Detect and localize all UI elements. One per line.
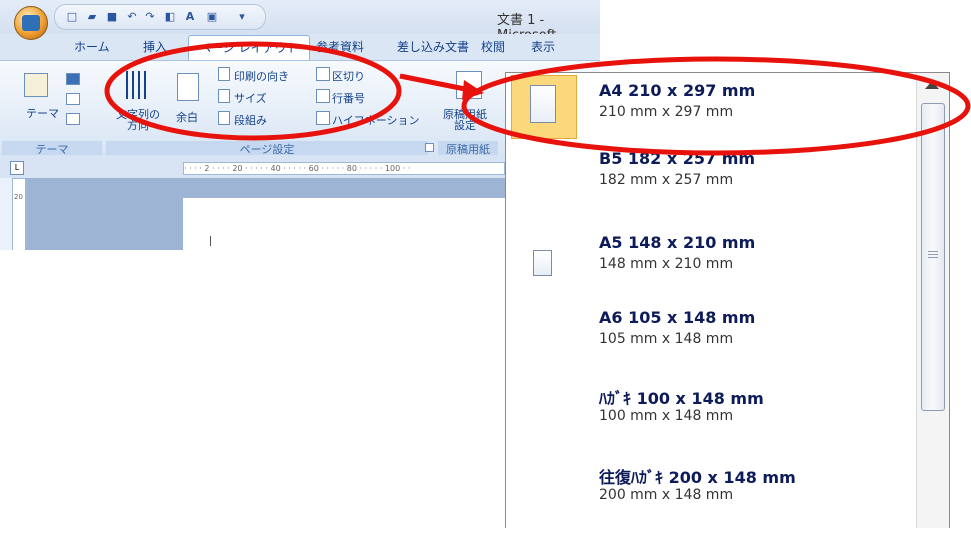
scroll-thumb[interactable] — [921, 103, 945, 411]
breaks-icon[interactable] — [316, 67, 330, 81]
size-option-name: A6 105 x 148 mm — [599, 308, 756, 327]
theme-colors-icon[interactable] — [66, 73, 80, 85]
customize-dropdown-icon[interactable]: ▾ — [235, 10, 249, 24]
size-option-a5[interactable]: A5 148 x 210 mm 148 mm x 210 mm — [506, 225, 916, 305]
paper-size-dropdown: A4 210 x 297 mm 210 mm x 297 mm B5 182 x… — [505, 72, 950, 528]
tab-insert[interactable]: 挿入 — [143, 38, 167, 55]
open-folder-icon[interactable]: ▰ — [85, 10, 99, 24]
grip-line — [928, 257, 938, 258]
horizontal-ruler[interactable]: · · · · 2 · · · · 20 · · · · · 40 · · · … — [183, 162, 505, 175]
size-option-dims: 200 mm x 148 mm — [599, 487, 734, 503]
manuscript-group-label: 原稿用紙 — [438, 141, 498, 156]
columns-label[interactable]: 段組み — [234, 112, 267, 128]
print-preview-icon[interactable]: ◧ — [163, 10, 177, 24]
size-option-name: A5 148 x 210 mm — [599, 233, 756, 252]
size-option-name: B5 182 x 257 mm — [599, 149, 756, 168]
theme-effects-icon[interactable] — [66, 113, 80, 125]
columns-icon[interactable] — [218, 111, 230, 125]
grip-line — [928, 254, 938, 255]
size-option-a6[interactable]: A6 105 x 148 mm 105 mm x 148 mm — [506, 300, 916, 380]
vertical-ruler[interactable]: 20 — [12, 178, 26, 250]
size-option-dims: 100 mm x 148 mm — [599, 408, 734, 424]
vertical-ruler-tick: 20 — [14, 193, 23, 201]
quick-access-toolbar: □ ▰ ■ ↶ ↷ ◧ A ▣ ▾ — [54, 4, 266, 30]
redo-icon[interactable]: ↷ — [143, 10, 157, 24]
size-option-dims: 148 mm x 210 mm — [599, 256, 734, 272]
size-label[interactable]: サイズ — [234, 90, 267, 106]
margins-icon[interactable] — [177, 73, 199, 101]
text-cursor — [210, 236, 211, 246]
size-option-return-postcard[interactable]: 往復ﾊｶﾞｷ 200 x 148 mm 200 mm x 148 mm — [506, 456, 916, 536]
size-option-b5[interactable]: B5 182 x 257 mm 182 mm x 257 mm — [506, 141, 916, 221]
save-icon[interactable]: ■ — [105, 10, 119, 24]
tab-review[interactable]: 校閲 — [481, 38, 505, 55]
theme-fonts-icon[interactable] — [66, 93, 80, 105]
manuscript-icon[interactable] — [456, 71, 482, 99]
new-document-icon[interactable]: □ — [65, 10, 79, 24]
margins-label[interactable]: 余白 — [176, 109, 198, 125]
hyphenation-icon[interactable] — [316, 111, 330, 125]
size-option-dims: 105 mm x 148 mm — [599, 331, 734, 347]
page-setup-group-label: ページ設定 — [106, 141, 428, 156]
size-option-postcard[interactable]: ﾊｶﾞｷ 100 x 148 mm 100 mm x 148 mm — [506, 377, 916, 457]
theme-button-label[interactable]: テーマ — [26, 105, 59, 121]
line-numbers-icon[interactable] — [316, 89, 330, 103]
grip-line — [928, 251, 938, 252]
title-bar: □ ▰ ■ ↶ ↷ ◧ A ▣ ▾ 文書 1 - Microsoft — [0, 0, 600, 43]
theme-group-label: テーマ — [2, 141, 102, 156]
tab-view[interactable]: 表示 — [531, 38, 555, 55]
breaks-label[interactable]: 区切り — [332, 68, 365, 84]
size-option-name: A4 210 x 297 mm — [599, 81, 756, 100]
size-option-dims: 182 mm x 257 mm — [599, 172, 734, 188]
orientation-icon[interactable] — [218, 67, 230, 81]
office-button[interactable] — [14, 6, 48, 40]
orientation-label[interactable]: 印刷の向き — [234, 68, 289, 84]
size-icon[interactable] — [218, 89, 230, 103]
size-option-name: 往復ﾊｶﾞｷ 200 x 148 mm — [599, 468, 796, 487]
size-option-name: ﾊｶﾞｷ 100 x 148 mm — [599, 389, 764, 408]
dialog-launcher-icon[interactable] — [425, 143, 434, 152]
tab-selector-button[interactable]: L — [10, 161, 24, 175]
tab-mailings[interactable]: 差し込み文書 — [397, 38, 469, 55]
tab-references[interactable]: 参考資料 — [316, 38, 364, 55]
paste-icon[interactable]: ▣ — [205, 10, 219, 24]
text-direction-label[interactable]: 文字列の 方向 — [116, 109, 160, 131]
spelling-icon[interactable]: A — [183, 10, 197, 24]
office-logo-icon — [22, 15, 40, 31]
theme-icon[interactable] — [24, 73, 48, 97]
hyphenation-label[interactable]: ハイフネーション — [332, 112, 420, 128]
line-numbers-label[interactable]: 行番号 — [332, 90, 365, 106]
text-direction-icon[interactable] — [126, 71, 146, 99]
size-option-dims: 210 mm x 297 mm — [599, 104, 734, 120]
page-thumbnail-icon — [533, 250, 552, 276]
dropdown-scrollbar[interactable] — [916, 73, 949, 528]
page-thumbnail-icon — [530, 85, 556, 123]
manuscript-button-label[interactable]: 原稿用紙 設定 — [443, 109, 487, 131]
ribbon-tab-row: ホーム 挿入 ページ レイアウト 参考資料 差し込み文書 校閲 表示 — [0, 34, 600, 64]
tab-home[interactable]: ホーム — [74, 38, 110, 55]
scroll-up-arrow-icon[interactable] — [925, 81, 939, 89]
document-page[interactable] — [183, 198, 513, 250]
undo-icon[interactable]: ↶ — [125, 10, 139, 24]
